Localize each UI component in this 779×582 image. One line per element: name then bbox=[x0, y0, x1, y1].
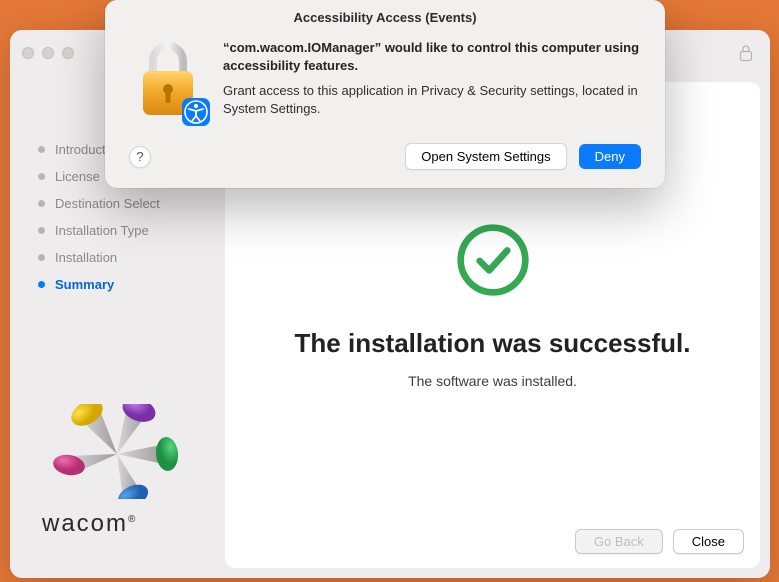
accessibility-badge-icon bbox=[181, 97, 211, 127]
window-controls bbox=[22, 47, 74, 59]
lock-icon bbox=[738, 44, 754, 62]
help-button[interactable]: ? bbox=[129, 146, 151, 168]
zoom-window-button[interactable] bbox=[62, 47, 74, 59]
step-label: Installation bbox=[55, 250, 117, 265]
success-title: The installation was successful. bbox=[295, 328, 691, 359]
success-subtitle: The software was installed. bbox=[408, 373, 577, 389]
wacom-logo-mark bbox=[42, 404, 192, 499]
dialog-heading: “com.wacom.IOManager” would like to cont… bbox=[223, 39, 641, 74]
close-window-button[interactable] bbox=[22, 47, 34, 59]
accessibility-access-dialog: Accessibility Access (Events) bbox=[105, 0, 665, 188]
success-check-icon bbox=[455, 222, 531, 298]
step-summary: Summary bbox=[38, 271, 225, 298]
dialog-description: Grant access to this application in Priv… bbox=[223, 82, 641, 117]
close-button[interactable]: Close bbox=[673, 529, 744, 554]
footer-actions: Go Back Close bbox=[575, 529, 744, 554]
deny-button[interactable]: Deny bbox=[579, 144, 641, 169]
lock-accessibility-icon bbox=[131, 39, 205, 123]
open-system-settings-button[interactable]: Open System Settings bbox=[405, 143, 566, 170]
wacom-logo: wacom® bbox=[38, 404, 225, 568]
step-label: Destination Select bbox=[55, 196, 160, 211]
step-installation: Installation bbox=[38, 244, 225, 271]
go-back-button: Go Back bbox=[575, 529, 663, 554]
wacom-logo-text: wacom® bbox=[42, 510, 225, 538]
step-label: Installation Type bbox=[55, 223, 149, 238]
step-installation-type: Installation Type bbox=[38, 217, 225, 244]
step-label: License bbox=[55, 169, 100, 184]
step-destination: Destination Select bbox=[38, 190, 225, 217]
minimize-window-button[interactable] bbox=[42, 47, 54, 59]
dialog-title: Accessibility Access (Events) bbox=[105, 0, 665, 39]
step-label: Summary bbox=[55, 277, 114, 292]
